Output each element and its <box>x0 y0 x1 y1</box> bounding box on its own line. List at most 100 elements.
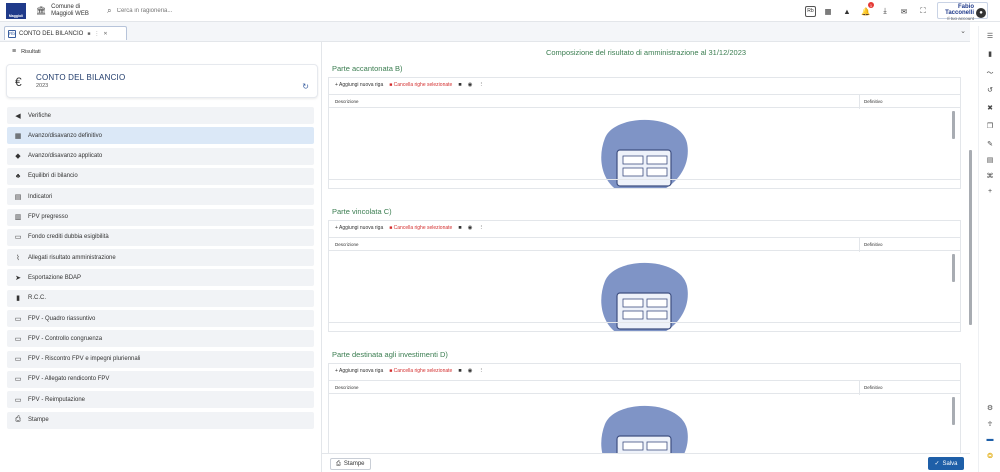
sidebar-item-label: Allegati risultato amministrazione <box>28 254 116 261</box>
add-row-button[interactable]: + Aggiungi nuova riga <box>335 368 383 374</box>
col-descrizione[interactable]: Descrizione <box>335 385 359 390</box>
sidebar-item[interactable]: ▭ FPV - Reimputazione <box>7 391 314 409</box>
card-title: CONTO DEL BILANCIO <box>36 73 126 82</box>
grid-scrollbar[interactable] <box>952 254 955 282</box>
edit-document-icon[interactable]: ✎ <box>979 140 1000 148</box>
warning-icon[interactable]: ▲ <box>840 4 854 18</box>
top-icons: Rb ▦ ▲ 🔔 1 ⤓ ✉ ⛶ <box>800 2 930 18</box>
sidebar-item[interactable]: ▮ R.C.C. <box>7 289 314 307</box>
col-definitivo[interactable]: Definitivo <box>864 242 883 247</box>
more-icon[interactable]: ⋮ <box>478 225 484 231</box>
history-icon[interactable]: ↺ <box>979 86 1000 94</box>
card-year: 2023 <box>36 83 49 89</box>
tag-icon[interactable]: ⌘ <box>979 172 1000 180</box>
results-header[interactable]: ≡ Risultati <box>12 48 41 55</box>
bank-icon: ▥ <box>14 214 22 221</box>
more-icon[interactable]: ⋮ <box>478 82 484 88</box>
comune-selector[interactable]: 🏛 Comune di Maggioli WEB <box>36 4 95 17</box>
bell-icon[interactable]: 🔔 1 <box>859 2 874 18</box>
sidebar-item[interactable]: ◀ Verifiche <box>7 107 314 124</box>
tab-conto-del-bilancio[interactable]: Rb CONTO DEL BILANCIO ■ ⋮ ✕ <box>4 26 127 40</box>
sidebar-item[interactable]: ⌇ Allegati risultato amministrazione <box>7 249 314 267</box>
tools-icon[interactable]: ✖ <box>979 104 1000 112</box>
book-icon[interactable]: ▮ <box>979 50 1000 58</box>
copy-icon[interactable]: ■ <box>458 368 461 374</box>
stampe-button[interactable]: ⎙ Stampe <box>330 458 371 470</box>
sidebar-item[interactable]: ▭ FPV - Quadro riassuntivo <box>7 310 314 327</box>
delete-rows-button[interactable]: ■ Cancella righe selezionate <box>389 368 452 374</box>
sidebar-item-label: Equilibri di bilancio <box>28 173 78 180</box>
grid-icon: ▦ <box>14 132 22 140</box>
eye-icon[interactable]: ◉ <box>468 368 473 374</box>
chat-icon[interactable]: ▬ <box>979 436 1000 443</box>
sidebar-item[interactable]: ➤ Esportazione BDAP <box>7 269 314 287</box>
close-icon[interactable]: ✕ <box>103 31 107 37</box>
settings-icon[interactable]: ⚙ <box>979 404 1000 412</box>
bank-icon: 🏛 <box>36 6 47 15</box>
sidebar-item[interactable]: ▭ FPV - Controllo congruenza <box>7 330 314 348</box>
help-icon[interactable]: ❂ <box>979 452 1000 460</box>
filter-list-icon[interactable]: ☰ <box>979 32 1000 40</box>
col-definitivo[interactable]: Definitivo <box>864 99 883 104</box>
add-row-button[interactable]: + Aggiungi nuova riga <box>335 82 383 88</box>
document-chart-icon: ▤ <box>14 193 22 201</box>
grid-footer <box>329 179 960 180</box>
fullscreen-icon[interactable]: ⛶ <box>916 4 930 18</box>
data-grid: + Aggiungi nuova riga ■ Cancella righe s… <box>328 77 961 189</box>
sidebar-item[interactable]: ♣ Equilibri di bilancio <box>7 167 314 185</box>
search-input[interactable] <box>116 7 317 14</box>
delete-rows-button[interactable]: ■ Cancella righe selezionate <box>389 225 452 231</box>
document-icon[interactable]: ▤ <box>979 156 1000 164</box>
printer-icon: ⎙ <box>336 460 341 467</box>
add-icon[interactable]: + <box>979 188 1000 195</box>
salva-button[interactable]: ✓ Salva <box>928 457 964 470</box>
check-icon: ✓ <box>934 461 940 467</box>
sidebar-item[interactable]: ▭ FPV - Riscontro FPV e impegni plurienna… <box>7 350 314 368</box>
grid-scrollbar[interactable] <box>952 397 955 425</box>
sidebar-item[interactable]: ▥ FPV pregresso <box>7 208 314 226</box>
user-subtitle: Il tuo account <box>947 16 974 21</box>
more-icon[interactable]: ⋮ <box>94 31 99 37</box>
sidebar-item[interactable]: ▭ FPV - Allegato rendiconto FPV <box>7 370 314 388</box>
mail-icon[interactable]: ✉ <box>897 4 911 18</box>
euro-icon: € <box>15 75 22 89</box>
apps-grid-icon[interactable]: ▦ <box>821 4 835 18</box>
add-row-button[interactable]: + Aggiungi nuova riga <box>335 225 383 231</box>
col-descrizione[interactable]: Descrizione <box>335 99 359 104</box>
refresh-icon[interactable]: ↻ <box>302 82 309 91</box>
top-bar: Maggioli 🏛 Comune di Maggioli WEB ⌕ Rb ▦… <box>0 0 1000 22</box>
sidebar-item[interactable]: ▤ Indicatori <box>7 188 314 206</box>
app-icon[interactable]: Rb <box>805 5 816 17</box>
delete-rows-label: Cancella righe selezionate <box>393 368 453 374</box>
maggioli-logo[interactable]: Maggioli <box>6 2 26 19</box>
accessibility-icon[interactable]: ☥ <box>979 420 1000 428</box>
section-title: Parte accantonata B) <box>332 64 403 73</box>
copy-icon[interactable]: ■ <box>458 225 461 231</box>
copy-icon[interactable]: ❐ <box>979 122 1000 130</box>
delete-rows-label: Cancella righe selezionate <box>393 225 453 231</box>
download-icon[interactable]: ⤓ <box>878 4 892 18</box>
col-definitivo[interactable]: Definitivo <box>864 385 883 390</box>
sidebar-item[interactable]: ▭ Fondo crediti dubbia esigibilità <box>7 228 314 246</box>
chevron-down-icon[interactable]: ⌄ <box>960 27 966 35</box>
search-icon: ⌕ <box>107 5 112 15</box>
sidebar-item-label: Esportazione BDAP <box>28 274 82 281</box>
search-bar[interactable]: ⌕ <box>107 5 317 16</box>
pin-icon[interactable]: ■ <box>87 31 90 37</box>
sidebar-item[interactable]: ◆ Avanzo/disavanzo applicato <box>7 147 314 165</box>
delete-rows-button[interactable]: ■ Cancella righe selezionate <box>389 82 452 88</box>
sidebar-item-label: Avanzo/disavanzo applicato <box>28 153 103 160</box>
sidebar-item[interactable]: ⎙ Stampe <box>7 411 314 429</box>
eye-icon[interactable]: ◉ <box>468 82 473 88</box>
eye-icon[interactable]: ◉ <box>468 225 473 231</box>
copy-icon[interactable]: ■ <box>458 82 461 88</box>
main-scrollbar[interactable] <box>969 150 972 325</box>
grid-scrollbar[interactable] <box>952 111 955 139</box>
sidebar-item[interactable]: ▦ Avanzo/disavanzo definitivo <box>7 127 314 145</box>
comune-name: Comune di Maggioli WEB <box>51 4 89 17</box>
more-icon[interactable]: ⋮ <box>478 368 484 374</box>
grid-toolbar: + Aggiungi nuova riga ■ Cancella righe s… <box>335 82 490 88</box>
col-descrizione[interactable]: Descrizione <box>335 242 359 247</box>
user-account-button[interactable]: Fabio Tacconelli Il tuo account ● <box>937 2 988 21</box>
chart-line-icon[interactable]: 〜 <box>979 68 1000 78</box>
